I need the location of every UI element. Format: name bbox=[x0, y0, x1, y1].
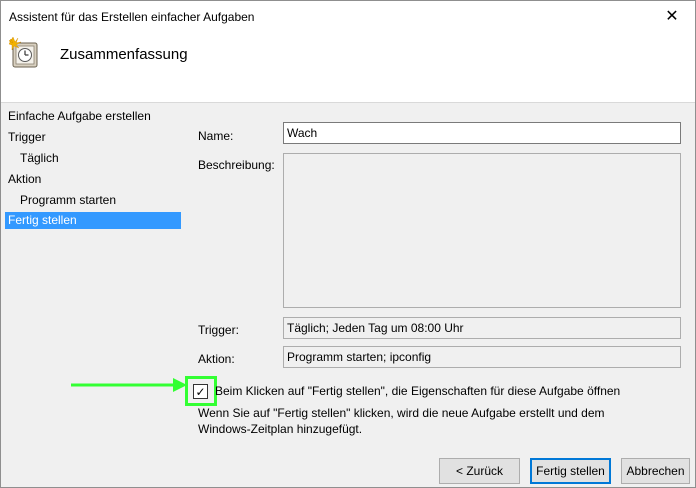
action-field: Programm starten; ipconfig bbox=[283, 346, 681, 368]
task-scheduler-clock-icon bbox=[9, 37, 38, 68]
description-label: Beschreibung: bbox=[198, 158, 275, 172]
name-label: Name: bbox=[198, 129, 234, 143]
sidebar-item-trigger[interactable]: Trigger bbox=[5, 128, 181, 149]
wizard-header: Zusammenfassung bbox=[1, 31, 695, 103]
trigger-field: Täglich; Jeden Tag um 08:00 Uhr bbox=[283, 317, 681, 339]
open-properties-checkbox[interactable]: ✓ bbox=[193, 384, 208, 399]
page-title: Zusammenfassung bbox=[60, 46, 188, 63]
title-bar[interactable]: Assistent für das Erstellen einfacher Au… bbox=[1, 1, 695, 31]
sidebar-item-start-program[interactable]: Programm starten bbox=[5, 191, 181, 212]
open-properties-label[interactable]: Beim Klicken auf "Fertig stellen", die E… bbox=[215, 384, 620, 398]
finish-button[interactable]: Fertig stellen bbox=[530, 458, 611, 484]
wizard-steps-sidebar: Einfache Aufgabe erstellen Trigger Tägli… bbox=[5, 107, 181, 229]
window-title: Assistent für das Erstellen einfacher Au… bbox=[9, 10, 255, 24]
description-field[interactable] bbox=[283, 153, 681, 308]
annotation-arrow-icon bbox=[71, 378, 187, 392]
checkmark-icon: ✓ bbox=[195, 384, 206, 399]
sidebar-item-daily[interactable]: Täglich bbox=[5, 149, 181, 170]
name-field[interactable]: Wach bbox=[283, 122, 681, 144]
sidebar-item-create-task[interactable]: Einfache Aufgabe erstellen bbox=[5, 107, 181, 128]
trigger-label: Trigger: bbox=[198, 323, 239, 337]
back-button[interactable]: < Zurück bbox=[439, 458, 520, 484]
checkbox-highlight: ✓ bbox=[185, 376, 217, 406]
close-icon: ✕ bbox=[665, 8, 679, 25]
sidebar-item-action[interactable]: Aktion bbox=[5, 170, 181, 191]
wizard-window: Assistent für das Erstellen einfacher Au… bbox=[0, 0, 696, 488]
cancel-button[interactable]: Abbrechen bbox=[621, 458, 690, 484]
close-button[interactable]: ✕ bbox=[649, 1, 695, 31]
finish-info-text: Wenn Sie auf "Fertig stellen" klicken, w… bbox=[198, 406, 605, 436]
sidebar-item-finish[interactable]: Fertig stellen bbox=[5, 212, 181, 229]
action-label: Aktion: bbox=[198, 352, 235, 366]
